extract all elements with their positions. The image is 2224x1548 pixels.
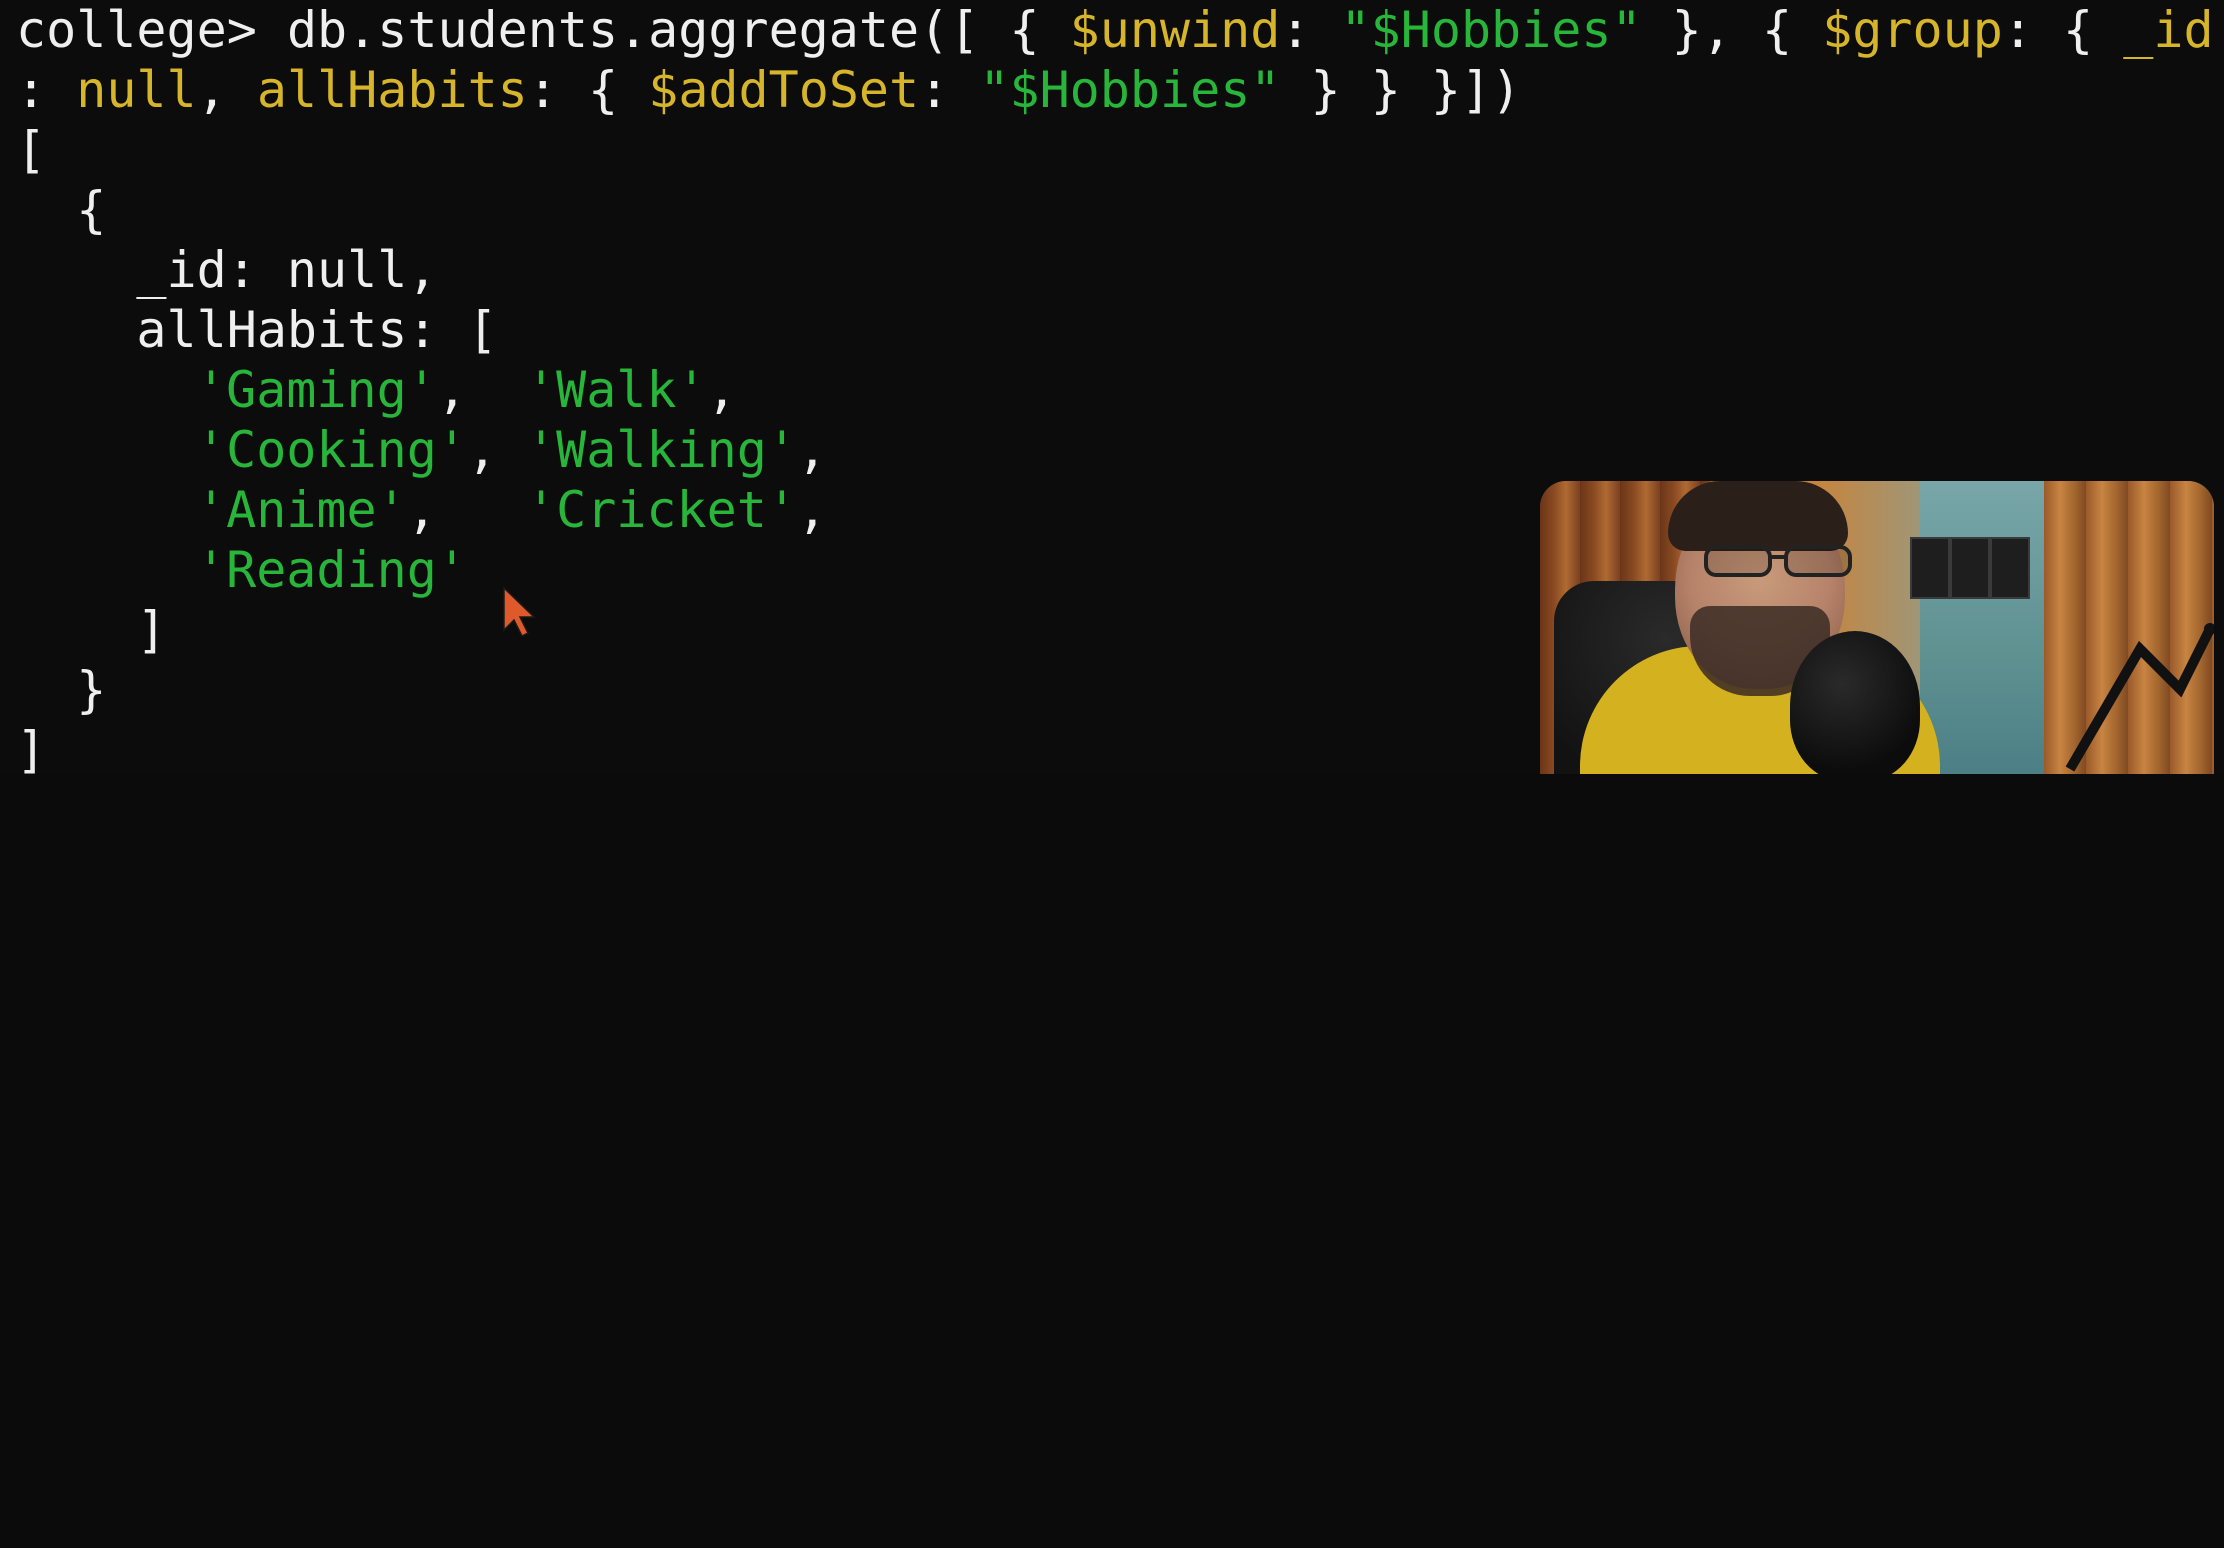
- habit-cricket: 'Cricket': [526, 481, 797, 539]
- comma: ,: [796, 421, 828, 479]
- operator-group: $group: [1822, 1, 2003, 59]
- command-prefix: db.students.aggregate([ {: [286, 1, 1070, 59]
- habit-reading: 'Reading': [196, 541, 467, 599]
- microphone-icon: [1790, 631, 1920, 774]
- unwind-value: "$Hobbies": [1340, 1, 1642, 59]
- habit-anime: 'Anime': [196, 481, 407, 539]
- output-allhabits-key: allHabits: [16, 301, 408, 359]
- output-close-bracket: ]: [16, 721, 47, 779]
- wall-poster: [1910, 537, 1950, 599]
- output-id-key: _id: [16, 241, 227, 299]
- output-allhabits-open: : [: [407, 301, 498, 359]
- list-item: 'Walk',: [526, 360, 737, 420]
- output-open-brace: {: [16, 181, 107, 239]
- comma: ,: [436, 361, 467, 419]
- open-brace: : {: [527, 61, 649, 119]
- output-open-bracket: [: [16, 121, 47, 179]
- output-id-row: _id: null,: [16, 240, 437, 300]
- command-end: } } }]): [1280, 61, 1522, 119]
- list-item: 'Gaming',: [196, 360, 467, 420]
- wall-poster: [1990, 537, 2030, 599]
- list-item: 'Cricket',: [526, 480, 827, 540]
- comma: ,: [466, 421, 498, 479]
- output-array-close: ]: [16, 601, 167, 659]
- mouse-cursor-icon: [503, 586, 536, 638]
- command-line-2: : null, allHabits: { $addToSet: "$Hobbie…: [16, 60, 1521, 120]
- output-close-brace: }: [16, 661, 107, 719]
- mic-arm-icon: [2065, 623, 2214, 772]
- list-item: 'Anime',: [196, 480, 437, 540]
- output-id-value: : null,: [226, 241, 438, 299]
- shell-prompt: college>: [16, 1, 287, 59]
- null-value: null: [76, 61, 197, 119]
- colon: :: [919, 61, 980, 119]
- group-open: : {: [2002, 1, 2124, 59]
- operator-addtoset: $addToSet: [648, 61, 920, 119]
- comma: ,: [406, 481, 437, 539]
- glasses-icon: [1704, 545, 1852, 577]
- output-allhabits-row: allHabits: [: [16, 300, 498, 360]
- operator-unwind: $unwind: [1069, 1, 1281, 59]
- group-id-key: _id: [2123, 1, 2214, 59]
- habit-cooking: 'Cooking': [196, 421, 467, 479]
- list-item: 'Cooking',: [196, 420, 497, 480]
- addtoset-value: "$Hobbies": [979, 61, 1281, 119]
- allhabits-key: allHabits: [256, 61, 528, 119]
- wall-poster: [1950, 537, 1990, 599]
- presenter-webcam: [1540, 481, 2214, 774]
- habit-walking: 'Walking': [526, 421, 797, 479]
- stage-separator: }, {: [1641, 1, 1823, 59]
- habit-walk: 'Walk': [526, 361, 707, 419]
- comma: ,: [796, 481, 828, 539]
- colon: :: [1280, 1, 1341, 59]
- habit-gaming: 'Gaming': [196, 361, 437, 419]
- comma: ,: [196, 61, 257, 119]
- colon: :: [16, 61, 77, 119]
- command-line-1: college> db.students.aggregate([ { $unwi…: [16, 0, 2214, 60]
- comma: ,: [706, 361, 737, 419]
- list-item: 'Reading': [196, 540, 467, 600]
- list-item: 'Walking',: [526, 420, 827, 480]
